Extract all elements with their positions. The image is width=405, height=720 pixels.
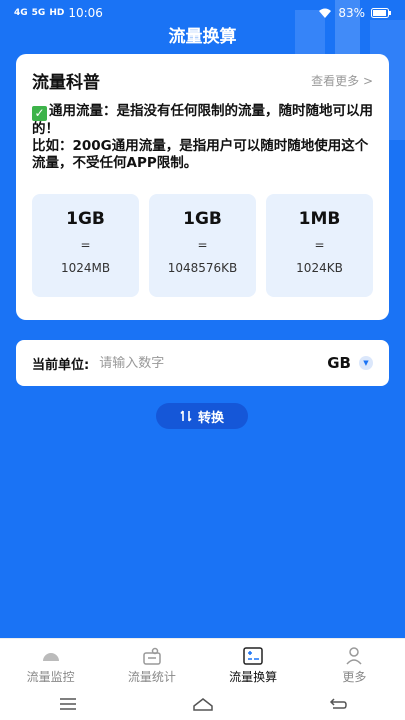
unit-value: GB <box>327 354 351 372</box>
back-icon[interactable] <box>327 696 349 712</box>
tab-traffic-monitor[interactable]: 流量监控 <box>0 639 101 688</box>
tab-traffic-stats[interactable]: 流量统计 <box>101 639 202 688</box>
tab-traffic-convert[interactable]: 流量换算 <box>203 639 304 688</box>
unit-box-gb-mb: 1GB = 1024MB <box>32 194 139 297</box>
chevron-down-icon: ▼ <box>359 356 373 370</box>
tab-label: 流量统计 <box>127 670 176 684</box>
unit-small: 1024KB <box>296 261 343 275</box>
battery-percent: 83% <box>338 6 365 20</box>
current-unit-label: 当前单位: <box>32 357 90 373</box>
card-title: 流量科普 <box>32 73 100 93</box>
unit-equals: = <box>80 238 91 252</box>
page-title: 流量换算 <box>168 27 237 47</box>
card-description: ✓ 通用流量：是指没有任何限制的流量，随时随地可以用的！ 比如：200G通用流量，… <box>32 103 373 172</box>
unit-conversions: 1GB = 1024MB 1GB = 1048576KB 1MB = 1024K… <box>32 194 373 297</box>
bottom-tab-bar: 流量监控 流量统计 流量换算 更多 <box>0 638 405 688</box>
desc-line-2: 比如：200G通用流量，是指用户可以随时随地使用这个流量，不受任何APP限制。 <box>32 138 369 171</box>
unit-small: 1024MB <box>60 261 111 275</box>
signal-5g: 5G <box>31 8 46 18</box>
unit-dropdown[interactable]: GB ▼ <box>327 354 373 372</box>
unit-equals: = <box>314 238 325 252</box>
converter-row: 当前单位: GB ▼ <box>16 340 389 386</box>
unit-big: 1GB <box>66 209 105 229</box>
view-more-link[interactable]: 查看更多 > <box>311 72 373 89</box>
monitor-icon <box>42 653 59 661</box>
check-icon: ✓ <box>32 106 47 121</box>
convert-button[interactable]: 转换 <box>156 403 248 429</box>
unit-big: 1GB <box>183 209 222 229</box>
unit-box-mb-kb: 1MB = 1024KB <box>266 194 373 297</box>
tab-label: 流量换算 <box>229 670 278 684</box>
unit-box-gb-kb: 1GB = 1048576KB <box>149 194 256 297</box>
convert-icon <box>243 647 263 665</box>
convert-button-label: 转换 <box>197 410 224 426</box>
swap-icon <box>180 410 192 422</box>
wifi-icon <box>319 8 332 18</box>
signal-4g: 4G <box>14 8 28 18</box>
unit-small: 1048576KB <box>167 261 238 275</box>
traffic-knowledge-card: 流量科普 查看更多 > ✓ 通用流量：是指没有任何限制的流量，随时随地可以用的！ … <box>16 54 389 320</box>
home-icon[interactable] <box>192 696 214 712</box>
system-nav-bar <box>0 688 405 720</box>
user-icon <box>346 647 362 665</box>
battery-icon <box>371 8 391 18</box>
tab-label: 流量监控 <box>26 670 75 684</box>
hd-badge: HD <box>49 8 65 18</box>
tab-label: 更多 <box>342 670 367 684</box>
menu-icon[interactable] <box>57 696 79 712</box>
tab-more[interactable]: 更多 <box>304 639 405 688</box>
unit-big: 1MB <box>298 209 341 229</box>
stats-icon <box>143 647 161 665</box>
desc-line-1: 通用流量：是指没有任何限制的流量，随时随地可以用的！ <box>32 103 373 137</box>
unit-equals: = <box>197 238 208 252</box>
clock: 10:06 <box>68 6 103 20</box>
number-input[interactable] <box>99 355 328 371</box>
